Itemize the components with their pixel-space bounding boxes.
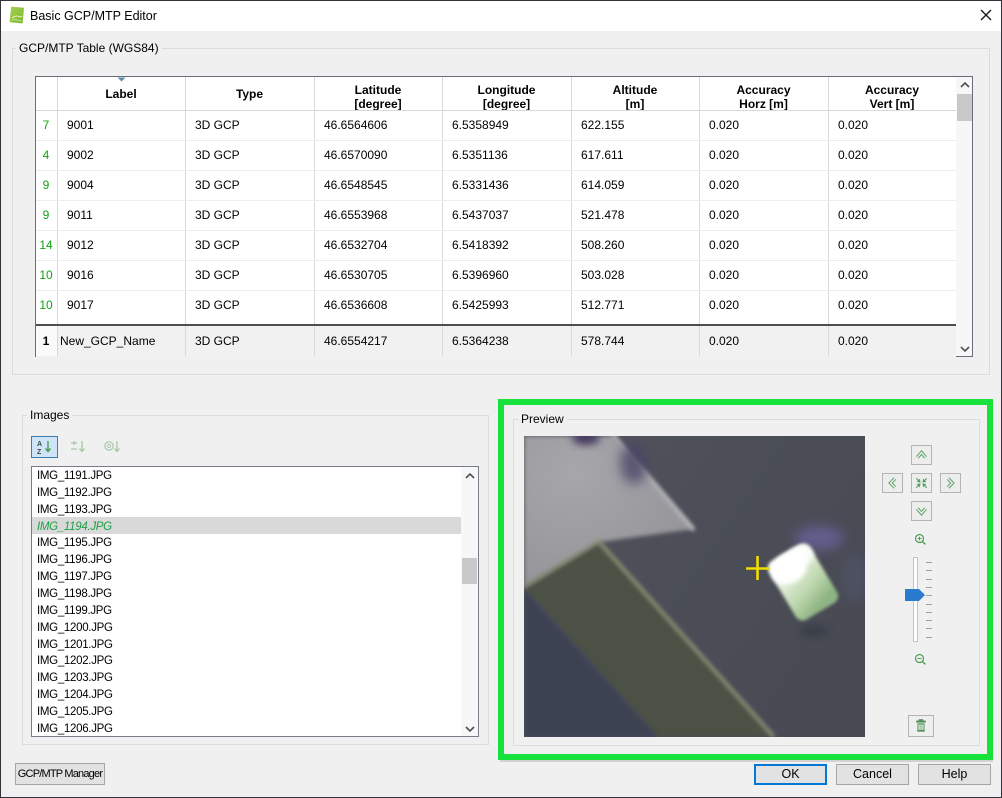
- svg-text:A: A: [37, 441, 42, 448]
- svg-text:Z: Z: [37, 449, 42, 455]
